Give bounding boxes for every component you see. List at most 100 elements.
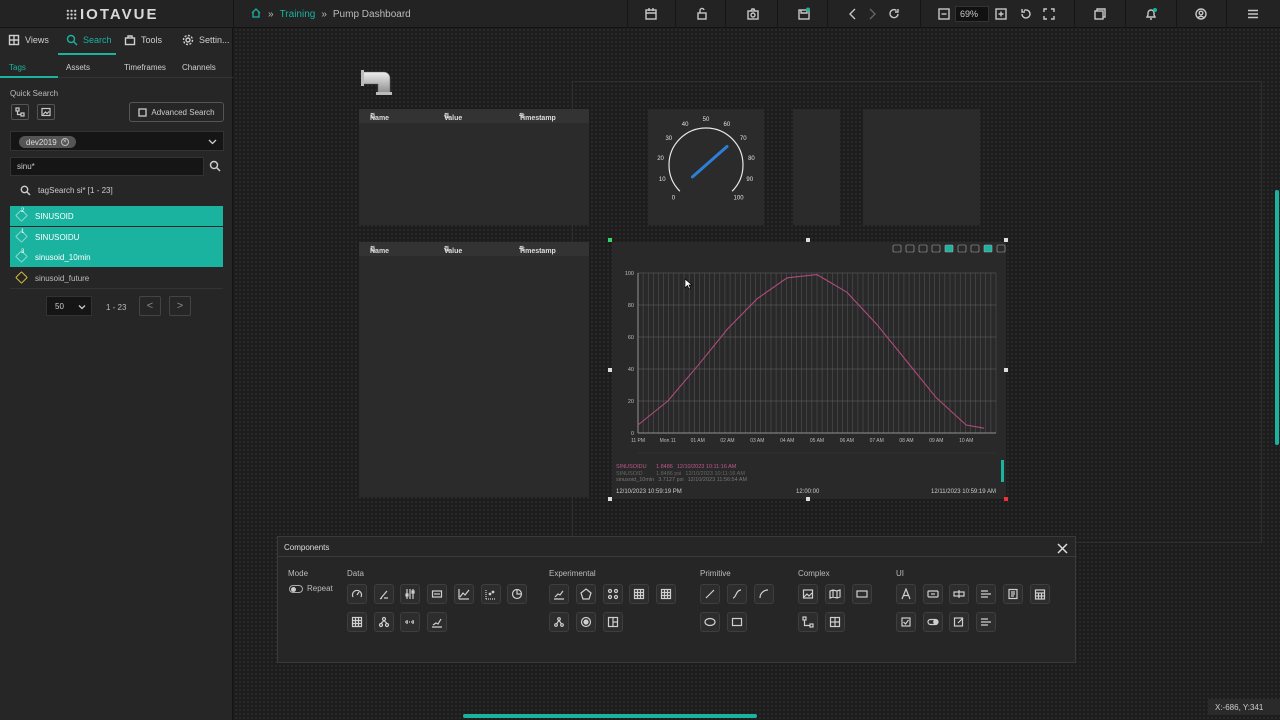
col-timestamp[interactable]: Timestamp ⇅ <box>519 245 556 255</box>
value-table-1[interactable]: Name ⇅ Value ⇅ Timestamp ⇅ <box>359 109 589 225</box>
pivot-component[interactable] <box>656 584 676 604</box>
tag-server-filter[interactable]: dev2019 × <box>10 131 224 151</box>
selection-handle[interactable] <box>1004 238 1008 242</box>
breadcrumb-training[interactable]: Training <box>280 9 316 20</box>
chart-tool-icon[interactable] <box>918 244 928 253</box>
refresh-icon[interactable] <box>886 6 902 22</box>
chevron-down-icon[interactable] <box>208 137 217 146</box>
toggle-component[interactable] <box>923 612 943 632</box>
next-page-button[interactable]: > <box>169 296 191 316</box>
tree-search-button[interactable] <box>11 104 29 120</box>
tab-settings[interactable]: Settin... <box>182 34 230 46</box>
tab-search[interactable]: Search <box>66 34 112 46</box>
radar-component[interactable] <box>576 584 596 604</box>
pipe-elbow-icon[interactable] <box>360 68 392 96</box>
gauge-component[interactable] <box>347 584 367 604</box>
components-panel[interactable]: Components Mode Repeat Data Experimental… <box>277 536 1077 663</box>
hierarchy-component[interactable] <box>374 612 394 632</box>
chart-tool-icon[interactable] <box>996 244 1006 253</box>
trend-component[interactable] <box>454 584 474 604</box>
text-area-component[interactable] <box>1003 584 1023 604</box>
zoom-out-icon[interactable] <box>936 6 952 22</box>
network-component[interactable] <box>549 612 569 632</box>
image-search-button[interactable] <box>37 104 55 120</box>
container-component[interactable] <box>825 612 845 632</box>
remove-chip-icon[interactable]: × <box>60 138 69 146</box>
col-name[interactable]: Name ⇅ <box>370 112 389 122</box>
selection-handle[interactable] <box>806 497 810 501</box>
result-sinusoid-future[interactable]: sinusoid_future <box>10 268 223 288</box>
selection-handle[interactable] <box>1004 497 1008 501</box>
pen-component[interactable] <box>374 584 394 604</box>
exp-trend-component[interactable] <box>549 584 569 604</box>
vertical-scrollbar[interactable] <box>1275 190 1279 445</box>
target-component[interactable] <box>576 612 596 632</box>
heatmap-component[interactable] <box>347 612 367 632</box>
selection-handle[interactable] <box>608 238 612 242</box>
slider-component[interactable] <box>400 584 420 604</box>
input-component[interactable] <box>949 584 969 604</box>
user-icon[interactable] <box>1193 6 1209 22</box>
app-logo[interactable]: IOTAVUE <box>66 6 158 23</box>
menu-icon[interactable] <box>1245 6 1261 22</box>
col-value[interactable]: Value ⇅ <box>444 112 462 122</box>
line-component[interactable] <box>700 584 720 604</box>
windows-icon[interactable] <box>1092 6 1108 22</box>
col-timestamp[interactable]: Timestamp ⇅ <box>519 112 556 122</box>
label-component[interactable] <box>896 584 916 604</box>
zoom-level[interactable]: 69% <box>955 6 989 22</box>
xy-plot-component[interactable] <box>481 584 501 604</box>
result-sinusoid[interactable]: 2 SINUSOID <box>10 206 223 226</box>
value-component[interactable] <box>427 584 447 604</box>
date-picker-component[interactable] <box>1030 584 1050 604</box>
map-component[interactable] <box>825 584 845 604</box>
edit-component[interactable] <box>949 612 969 632</box>
tag-search-summary[interactable]: tagSearch si* [1 - 23] <box>20 185 113 196</box>
image-component[interactable] <box>798 584 818 604</box>
chart-tool-icon[interactable] <box>931 244 941 253</box>
selection-handle[interactable] <box>806 238 810 242</box>
prev-page-button[interactable]: < <box>139 296 161 316</box>
chart-tool-icon[interactable] <box>905 244 915 253</box>
save-notify-icon[interactable] <box>796 6 812 22</box>
col-name[interactable]: Name ⇅ <box>370 245 389 255</box>
zoom-in-icon[interactable] <box>993 6 1009 22</box>
value-widget[interactable] <box>863 109 980 225</box>
rectangle-component[interactable] <box>727 612 747 632</box>
event-frames-component[interactable] <box>400 612 420 632</box>
subtab-timeframes[interactable]: Timeframes <box>124 63 166 72</box>
arc-component[interactable] <box>754 584 774 604</box>
bell-icon[interactable] <box>1143 6 1159 22</box>
search-input[interactable]: sinu* <box>10 157 204 176</box>
repeat-toggle[interactable] <box>289 585 303 593</box>
calendar-icon[interactable] <box>643 6 659 22</box>
step-chart-component[interactable] <box>427 612 447 632</box>
advanced-search-button[interactable]: Advanced Search <box>129 102 224 122</box>
tab-views[interactable]: Views <box>8 34 49 46</box>
grid-component[interactable] <box>629 584 649 604</box>
camera-icon[interactable] <box>745 6 761 22</box>
result-sinusoid-10min[interactable]: 3 sinusoid_10min <box>10 247 223 267</box>
selection-handle[interactable] <box>608 368 612 372</box>
polyline-component[interactable] <box>727 584 747 604</box>
chart-tool-icon[interactable] <box>983 244 993 253</box>
layout-component[interactable] <box>603 612 623 632</box>
unlock-icon[interactable] <box>694 6 710 22</box>
close-icon[interactable] <box>1057 541 1069 554</box>
legend-scrollbar[interactable] <box>1001 460 1004 482</box>
gauge-widget[interactable]: 0 10 20 30 40 50 60 70 80 90 100 <box>648 109 764 225</box>
trend-chart[interactable]: 100 80 60 40 20 0 11 PM Mon 11 01 AM 02 AM 03 AM 04… <box>612 242 1006 499</box>
process-component[interactable] <box>798 612 818 632</box>
page-size-select[interactable]: 50 <box>46 296 92 316</box>
selection-handle[interactable] <box>608 497 612 501</box>
fit-screen-icon[interactable] <box>1041 6 1057 22</box>
reset-zoom-icon[interactable] <box>1018 6 1034 22</box>
result-sinusoidu[interactable]: 1 SINUSOIDU <box>10 227 223 247</box>
svg-component[interactable] <box>852 584 872 604</box>
pie-component[interactable] <box>507 584 527 604</box>
selection-handle[interactable] <box>1004 368 1008 372</box>
subtab-tags[interactable]: Tags <box>9 63 26 72</box>
sankey-component[interactable] <box>603 584 623 604</box>
chart-tool-icon[interactable] <box>970 244 980 253</box>
legend-row[interactable]: sinusoid_10min 3.7127 psi 12/10/2023 11:56… <box>616 477 747 484</box>
